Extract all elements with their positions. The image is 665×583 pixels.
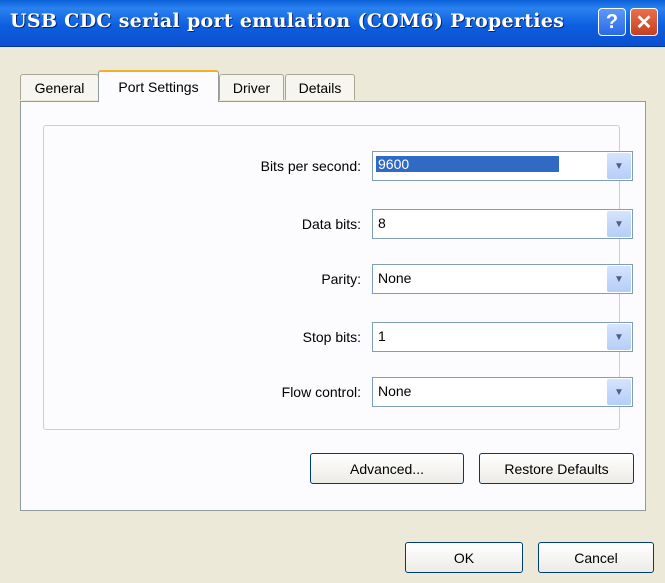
cancel-button[interactable]: Cancel	[538, 542, 654, 573]
parity-select[interactable]: None ▼	[372, 264, 633, 294]
ok-button[interactable]: OK	[405, 542, 523, 573]
parity-label: Parity:	[321, 271, 361, 287]
properties-dialog: USB CDC serial port emulation (COM6) Pro…	[0, 0, 665, 583]
chevron-down-icon[interactable]: ▼	[607, 379, 631, 405]
stop-bits-label: Stop bits:	[302, 329, 361, 345]
flow-control-value: None	[378, 383, 412, 399]
bits-per-second-value: 9600	[376, 156, 560, 172]
data-bits-select[interactable]: 8 ▼	[372, 209, 633, 239]
tab-general[interactable]: General	[20, 74, 99, 100]
help-icon[interactable]: ?	[598, 8, 626, 36]
bits-per-second-select[interactable]: 9600 ▼	[372, 151, 633, 181]
tab-port-settings[interactable]: Port Settings	[98, 70, 219, 102]
chevron-down-icon[interactable]: ▼	[607, 153, 631, 179]
stop-bits-select[interactable]: 1 ▼	[372, 322, 633, 352]
stop-bits-value: 1	[378, 328, 386, 344]
chevron-down-icon[interactable]: ▼	[607, 324, 631, 350]
tab-driver[interactable]: Driver	[219, 74, 284, 100]
flow-control-select[interactable]: None ▼	[372, 377, 633, 407]
chevron-down-icon[interactable]: ▼	[607, 211, 631, 237]
advanced-button[interactable]: Advanced...	[310, 453, 464, 484]
flow-control-label: Flow control:	[281, 384, 361, 400]
data-bits-label: Data bits:	[301, 216, 361, 232]
bits-per-second-label: Bits per second:	[260, 158, 361, 174]
chevron-down-icon[interactable]: ▼	[607, 266, 631, 292]
restore-defaults-button[interactable]: Restore Defaults	[479, 453, 634, 484]
port-settings-panel: Bits per second: 9600 ▼ Data bits: 8 ▼ P…	[20, 101, 646, 511]
tab-details[interactable]: Details	[285, 74, 355, 100]
settings-group: Bits per second: 9600 ▼ Data bits: 8 ▼ P…	[43, 125, 633, 430]
parity-value: None	[378, 270, 412, 286]
data-bits-value: 8	[378, 215, 386, 231]
title-bar[interactable]: USB CDC serial port emulation (COM6) Pro…	[0, 0, 665, 47]
close-icon[interactable]: ✕	[630, 8, 658, 36]
window-title: USB CDC serial port emulation (COM6) Pro…	[10, 10, 565, 32]
